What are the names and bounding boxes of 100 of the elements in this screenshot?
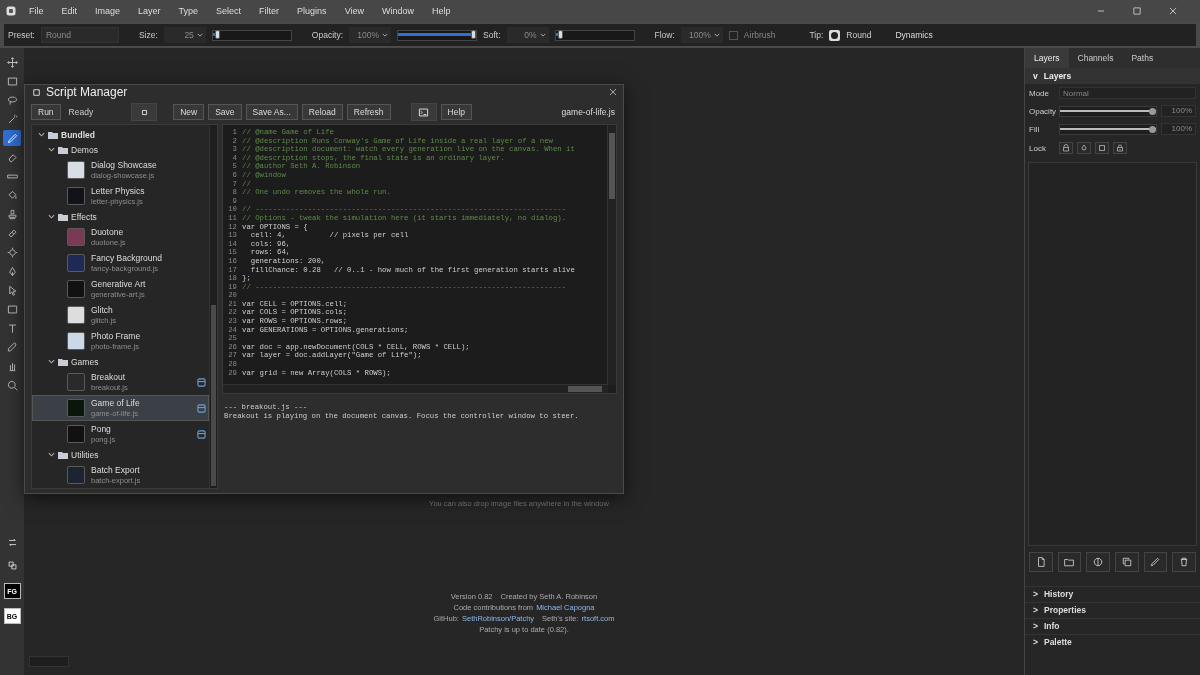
- console-icon: [418, 106, 430, 118]
- folder-label[interactable]: Bundled: [61, 129, 95, 140]
- script-thumbnail: [67, 280, 85, 298]
- slider[interactable]: [211, 29, 292, 41]
- fill-value: 100%: [1161, 123, 1196, 135]
- menu-item[interactable]: View: [335, 6, 373, 16]
- script-title: Generative Art: [91, 279, 147, 289]
- menu-item[interactable]: Edit: [52, 6, 87, 16]
- lock-button[interactable]: [1077, 142, 1091, 154]
- lock-button[interactable]: [1095, 142, 1109, 154]
- chevron-icon[interactable]: [48, 451, 55, 458]
- opacity-label: Opacity:: [311, 30, 344, 40]
- droplet-icon: [1080, 144, 1088, 152]
- scrollbar[interactable]: [223, 384, 608, 393]
- value-dropdown[interactable]: 0%: [506, 27, 549, 43]
- lock-button[interactable]: [1113, 142, 1127, 154]
- script-title: Batch Export: [91, 465, 141, 475]
- tool-button[interactable]: [3, 130, 21, 146]
- caret-icon: [713, 32, 720, 38]
- script-thumbnail: [67, 228, 85, 246]
- caret-icon: [539, 32, 546, 38]
- menu-item[interactable]: Help: [423, 6, 460, 16]
- new-page-icon: [1035, 557, 1046, 567]
- menu-item[interactable]: Image: [86, 6, 130, 16]
- script-thumbnail: [67, 466, 85, 484]
- softness-label: Soft:: [483, 30, 501, 40]
- maximize-icon: [1132, 6, 1142, 16]
- panel-tab[interactable]: Channels: [1068, 48, 1123, 68]
- panel-tab[interactable]: Paths: [1122, 48, 1163, 68]
- dynamics-button[interactable]: Dynamics: [891, 30, 937, 40]
- zoom-icon: [6, 379, 18, 391]
- layer-action-button[interactable]: [1086, 552, 1110, 572]
- caret-icon: [196, 32, 203, 38]
- section-header[interactable]: > History: [1025, 586, 1200, 601]
- stop-button[interactable]: [131, 103, 158, 121]
- slider[interactable]: [554, 29, 635, 41]
- script-title: Duotone: [91, 227, 125, 237]
- blend-mode-field[interactable]: Normal: [1059, 87, 1196, 99]
- layers-section-header[interactable]: v Layers: [1025, 68, 1200, 84]
- run-button[interactable]: Run: [31, 104, 61, 120]
- eraser-icon: [6, 151, 18, 163]
- folder-label[interactable]: Effects: [71, 211, 97, 222]
- app-logo-icon: [6, 6, 16, 16]
- value-dropdown[interactable]: 100%: [680, 27, 723, 43]
- bandage-icon: [6, 227, 18, 239]
- layer-action-button[interactable]: [1057, 552, 1082, 572]
- panel-tab[interactable]: Layers: [1025, 48, 1069, 68]
- rectangle-icon: [6, 303, 18, 315]
- size-label: Size:: [138, 30, 158, 40]
- eyedropper-icon: [6, 341, 18, 353]
- toolbar-button[interactable]: Save As...: [245, 104, 298, 120]
- scrollbar[interactable]: [607, 125, 616, 385]
- stamp-icon: [6, 208, 18, 220]
- value-dropdown[interactable]: 100%: [349, 27, 392, 43]
- menu-item[interactable]: Window: [373, 6, 423, 16]
- lasso-icon: [6, 94, 18, 106]
- file-name: game-of-life.js: [561, 107, 616, 117]
- chevron-icon[interactable]: [48, 358, 55, 365]
- script-title: Game of Life: [91, 398, 141, 408]
- menu-item[interactable]: File: [20, 6, 53, 16]
- slider[interactable]: [397, 29, 478, 41]
- layer-action-button[interactable]: [1172, 552, 1196, 572]
- pen-icon: [6, 265, 18, 277]
- slider[interactable]: [1059, 123, 1157, 135]
- layer-action-button[interactable]: [1143, 552, 1168, 572]
- toolbar-button[interactable]: Reload: [301, 104, 343, 120]
- menu-item[interactable]: Plugins: [288, 6, 336, 16]
- section-header[interactable]: > Properties: [1025, 602, 1200, 617]
- chevron-icon[interactable]: [38, 131, 45, 138]
- layer-action-button[interactable]: [1028, 552, 1053, 572]
- value-dropdown[interactable]: 25: [163, 27, 206, 43]
- menu-item[interactable]: Layer: [129, 6, 170, 16]
- padlock-icon: [1116, 144, 1124, 152]
- flow-label: Flow:: [654, 30, 675, 40]
- toolbar-button[interactable]: New: [173, 104, 205, 120]
- slider[interactable]: [1059, 105, 1157, 117]
- move-icon: [6, 56, 18, 68]
- round-tip-icon[interactable]: [829, 29, 841, 41]
- folder-label[interactable]: Games: [71, 356, 99, 367]
- folder-icon: [58, 212, 68, 221]
- folder-label[interactable]: Demos: [71, 144, 98, 155]
- script-thumbnail: [67, 306, 85, 324]
- lock-button[interactable]: [1059, 142, 1073, 154]
- toolbar-button[interactable]: Save: [208, 104, 242, 120]
- console-button[interactable]: [410, 103, 437, 121]
- pencil-icon: [1150, 557, 1161, 567]
- menu-item[interactable]: Type: [169, 6, 208, 16]
- preset-field[interactable]: Round: [40, 27, 119, 43]
- script-thumbnail: [67, 254, 85, 272]
- menu-item[interactable]: Filter: [250, 6, 289, 16]
- chevron-icon[interactable]: [48, 213, 55, 220]
- layer-action-button[interactable]: [1115, 552, 1139, 572]
- toolbar-button[interactable]: Refresh: [346, 104, 391, 120]
- chevron-icon[interactable]: [48, 146, 55, 153]
- paint-bucket-icon: [6, 189, 18, 201]
- menu-item[interactable]: Select: [207, 6, 251, 16]
- help-button[interactable]: Help: [440, 104, 473, 120]
- scrollbar[interactable]: [209, 125, 217, 488]
- folder-label[interactable]: Utilities: [71, 449, 99, 460]
- code-editor[interactable]: [222, 124, 617, 394]
